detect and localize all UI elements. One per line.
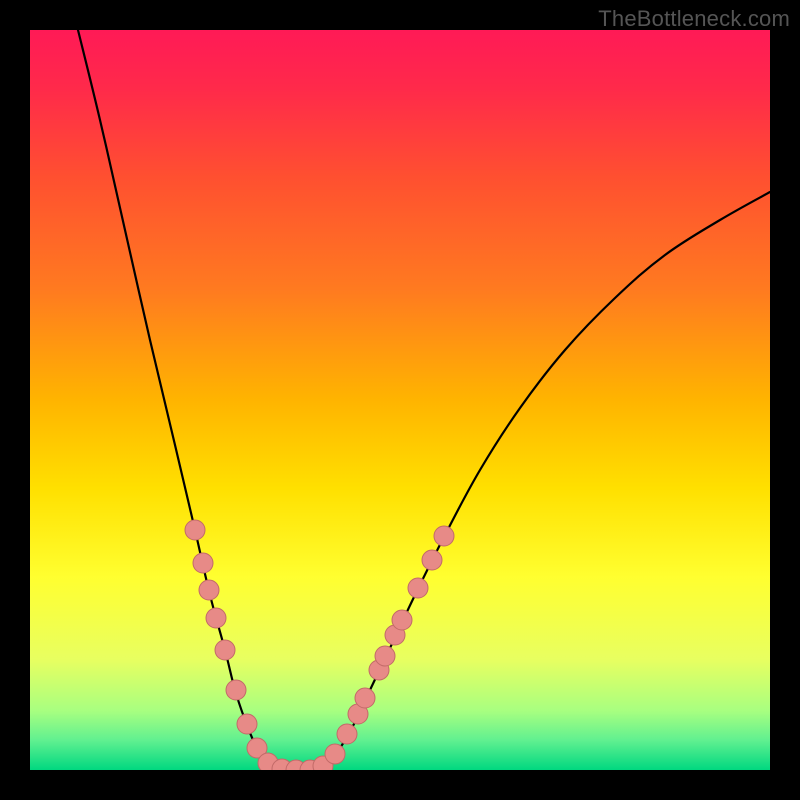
data-marker — [206, 608, 226, 628]
data-marker — [355, 688, 375, 708]
data-marker — [193, 553, 213, 573]
data-marker — [215, 640, 235, 660]
data-marker — [392, 610, 412, 630]
data-marker — [408, 578, 428, 598]
plot-area — [30, 30, 770, 770]
data-marker — [337, 724, 357, 744]
data-marker — [185, 520, 205, 540]
data-marker — [199, 580, 219, 600]
gradient-background — [30, 30, 770, 770]
data-marker — [375, 646, 395, 666]
data-marker — [226, 680, 246, 700]
chart-svg — [30, 30, 770, 770]
data-marker — [325, 744, 345, 764]
black-frame: TheBottleneck.com — [0, 0, 800, 800]
data-marker — [237, 714, 257, 734]
data-marker — [422, 550, 442, 570]
watermark-text: TheBottleneck.com — [598, 6, 790, 32]
data-marker — [434, 526, 454, 546]
